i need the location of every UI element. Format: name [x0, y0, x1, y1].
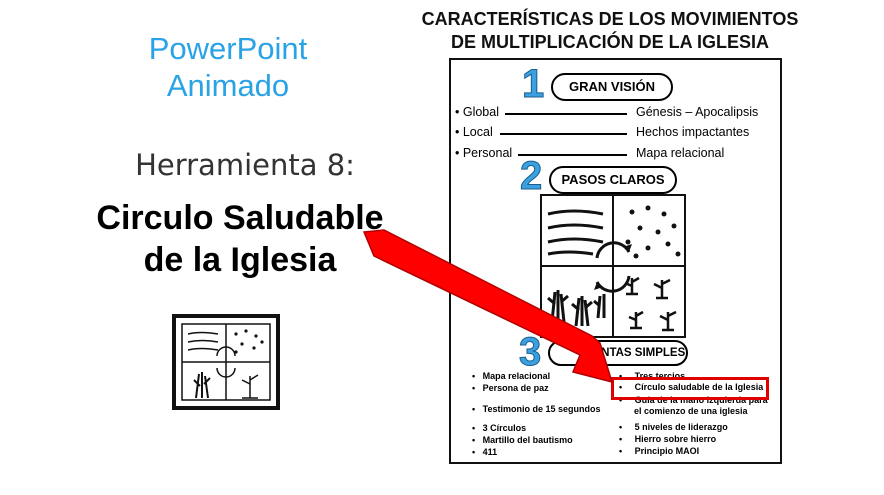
red-arrow-icon — [362, 229, 614, 384]
